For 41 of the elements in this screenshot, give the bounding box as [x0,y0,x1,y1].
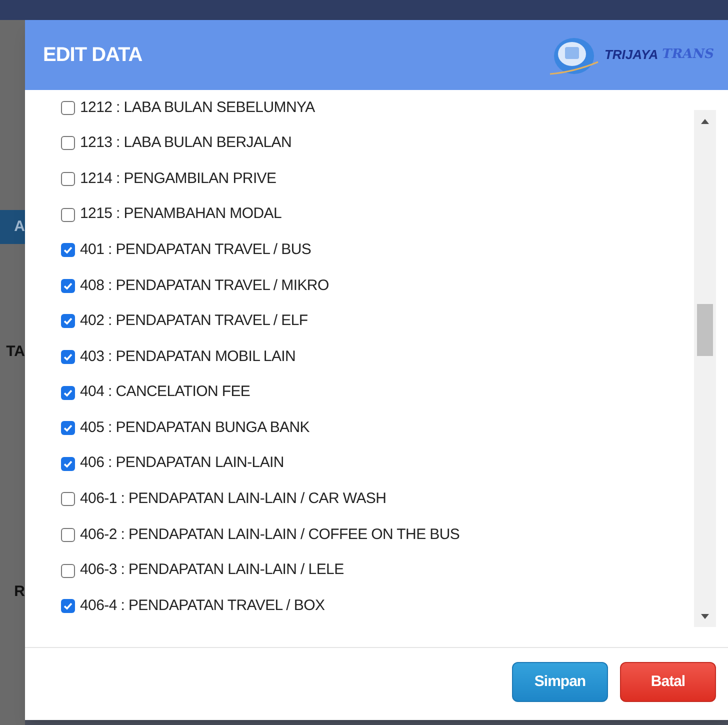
modal-title: EDIT DATA [43,43,142,68]
checkbox-label: 408 : PENDAPATAN TRAVEL / MIKRO [80,276,329,296]
checkbox-label: 1215 : PENAMBAHAN MODAL [80,204,282,224]
checkbox-label: 1212 : LABA BULAN SEBELUMNYA [80,98,315,118]
background-text: R [14,582,25,602]
checkbox[interactable] [61,421,75,436]
checkbox-label: 406-4 : PENDAPATAN TRAVEL / BOX [80,596,325,616]
checkbox[interactable] [61,386,75,400]
checkbox-label: 401 : PENDAPATAN TRAVEL / BUS [80,240,312,260]
checkbox[interactable] [61,492,75,506]
scrollbar[interactable] [694,110,716,627]
checkbox-label: 1214 : PENGAMBILAN PRIVE [80,168,276,189]
cancel-button[interactable]: Batal [620,662,716,702]
scroll-down-icon[interactable] [701,614,709,618]
checkbox-label: 1213 : LABA BULAN BERJALAN [80,133,292,154]
checkbox-label: 404 : CANCELATION FEE [80,382,250,402]
checkbox-label: 402 : PENDAPATAN TRAVEL / ELF [80,311,308,332]
checkbox-label: 403 : PENDAPATAN MOBIL LAIN [80,346,296,367]
checkbox-label: 406 : PENDAPATAN LAIN-LAIN [80,453,284,474]
checkbox[interactable] [61,456,75,471]
checkbox[interactable] [61,528,75,542]
checkbox[interactable] [61,243,75,258]
checkbox[interactable] [61,599,75,614]
checkbox-label: 406-1 : PENDAPATAN LAIN-LAIN / CAR WASH [80,489,386,510]
checkbox[interactable] [61,278,75,293]
checkbox[interactable] [61,172,75,186]
checkbox[interactable] [61,564,75,578]
logo-text: TRIJAYA [604,46,658,64]
save-button[interactable]: Simpan [512,662,608,702]
checkbox[interactable] [61,136,75,150]
scrollbar-thumb[interactable] [697,304,713,356]
checkbox-label: 406-2 : PENDAPATAN LAIN-LAIN / COFFEE ON THE BUS [80,524,460,545]
checkbox[interactable] [61,350,75,364]
checkbox[interactable] [61,314,75,328]
checkbox-label: 405 : PENDAPATAN BUNGA BANK [80,418,310,438]
checkbox[interactable] [61,208,75,222]
scroll-up-icon[interactable] [701,118,709,124]
background-text: TA [6,342,25,362]
checkbox[interactable] [61,100,75,115]
checkbox-label: 406-3 : PENDAPATAN LAIN-LAIN / LELE [80,560,344,580]
background-text: A [14,216,25,237]
